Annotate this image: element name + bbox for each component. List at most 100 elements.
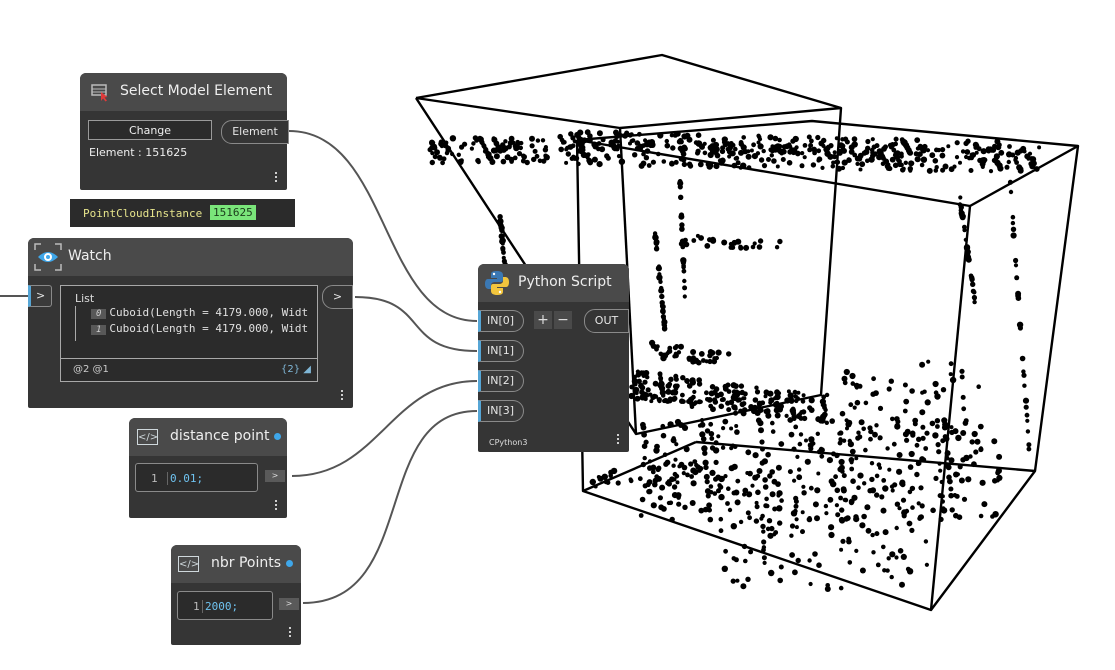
list-levels[interactable]: @2 @1 [73, 364, 109, 375]
input-port-in0[interactable]: IN[0] [478, 310, 524, 332]
input-port-in3[interactable]: IN[3] [478, 400, 524, 422]
input-port[interactable]: > [28, 285, 52, 307]
node-title: Python Script [518, 274, 612, 290]
nbr-points-code-block-node[interactable]: </> nbr Points 1 2000; > [171, 545, 301, 645]
point [847, 441, 855, 448]
point [932, 380, 939, 388]
point [653, 394, 659, 399]
point [924, 399, 931, 406]
node-header[interactable]: Select Model Element [80, 73, 287, 111]
point [858, 419, 865, 426]
point [824, 392, 830, 398]
node-menu-icon[interactable] [289, 625, 292, 639]
point [901, 166, 906, 171]
point [476, 159, 481, 165]
point [791, 416, 797, 422]
point [746, 165, 752, 170]
remove-input-button[interactable]: − [554, 311, 572, 329]
input-port-in1[interactable]: IN[1] [478, 340, 524, 362]
point [725, 382, 731, 388]
node-menu-icon[interactable] [617, 432, 620, 446]
point [653, 240, 660, 246]
point [926, 167, 933, 174]
node-menu-icon[interactable] [275, 170, 278, 184]
point [650, 159, 657, 165]
add-input-button[interactable]: + [534, 311, 552, 329]
point [844, 139, 850, 145]
point [789, 552, 795, 558]
python-script-node[interactable]: Python Script IN[0] IN[1] IN[2] IN[3] + … [478, 264, 629, 452]
point [834, 136, 839, 141]
point [939, 479, 944, 485]
point [715, 349, 722, 356]
node-menu-icon[interactable] [275, 498, 278, 512]
list-item[interactable]: 0 Cuboid(Length = 4179.000, Widt [91, 306, 308, 319]
point [789, 523, 796, 529]
point [890, 488, 895, 493]
code-editor[interactable]: 1 2000; [177, 591, 273, 620]
input-port-in2[interactable]: IN[2] [478, 370, 524, 392]
point [645, 387, 651, 393]
point [899, 479, 906, 486]
point [779, 498, 784, 503]
point [954, 493, 960, 499]
node-header[interactable]: </> nbr Points [171, 545, 301, 583]
point [576, 134, 582, 140]
point [793, 495, 799, 501]
node-header[interactable]: </> distance point [129, 418, 287, 456]
point [777, 143, 783, 149]
point [707, 237, 713, 243]
select-model-element-node[interactable]: Select Model Element Change Element Elem… [80, 73, 289, 190]
code-text[interactable]: 0.01; [167, 472, 203, 485]
point [708, 431, 715, 437]
point [748, 404, 754, 410]
point [874, 531, 880, 537]
point [703, 464, 709, 471]
change-button[interactable]: Change [88, 120, 212, 140]
code-text[interactable]: 2000; [202, 600, 238, 613]
point [800, 529, 805, 535]
point [865, 527, 872, 534]
point [932, 432, 939, 439]
point [936, 449, 942, 455]
point [652, 477, 659, 484]
point [652, 380, 659, 387]
point [690, 349, 697, 355]
point [690, 480, 697, 487]
point [924, 430, 930, 436]
point [759, 439, 765, 445]
output-port-element[interactable]: Element [221, 120, 289, 144]
node-header[interactable]: Python Script [478, 264, 629, 302]
distance-point-code-block-node[interactable]: </> distance point 1 0.01; > [129, 418, 287, 518]
point [786, 389, 791, 394]
point [690, 380, 695, 385]
watch-output-panel[interactable]: List 0 Cuboid(Length = 4179.000, Widt 1 Cu… [60, 285, 318, 382]
point [721, 565, 728, 572]
list-item[interactable]: 1 Cuboid(Length = 4179.000, Widt [91, 322, 308, 335]
point [844, 515, 851, 521]
point [794, 525, 799, 530]
point [747, 515, 752, 521]
point [896, 452, 903, 458]
node-header[interactable]: Watch [28, 238, 353, 276]
output-port[interactable]: > [265, 470, 285, 482]
point [869, 476, 875, 483]
output-port-out[interactable]: OUT [584, 309, 629, 333]
list-index: 1 [91, 325, 107, 335]
point [629, 384, 635, 390]
node-menu-icon[interactable] [341, 388, 344, 402]
point [764, 496, 769, 502]
point [1026, 442, 1032, 448]
point [791, 446, 797, 452]
point [698, 351, 705, 357]
code-editor[interactable]: 1 0.01; [135, 463, 258, 492]
point [848, 149, 855, 155]
output-port[interactable]: > [322, 285, 353, 309]
watch-node[interactable]: Watch > > List 0 Cuboid(Length = 4179.000… [28, 238, 353, 408]
output-port[interactable]: > [279, 598, 299, 610]
point [680, 392, 685, 398]
point [659, 293, 665, 300]
point [585, 152, 591, 158]
point [748, 549, 754, 555]
point [693, 140, 699, 145]
